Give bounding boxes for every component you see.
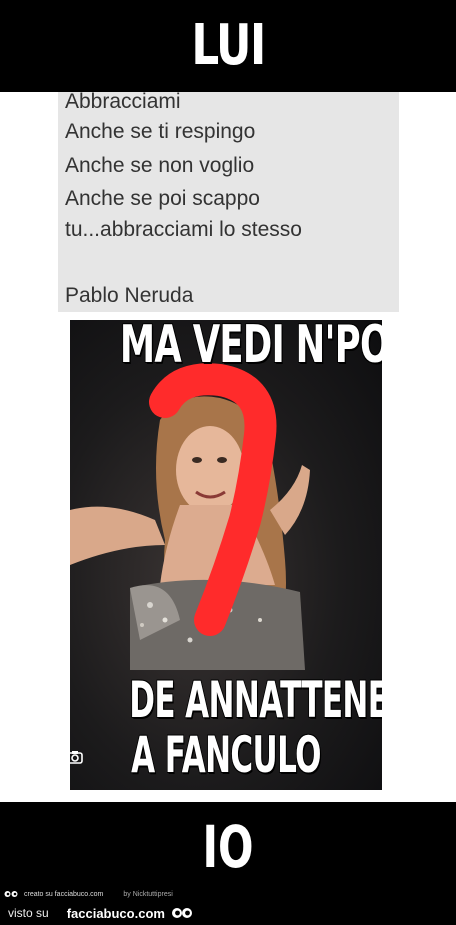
bottom-label: IO <box>202 813 254 881</box>
visto-label: visto su <box>8 906 49 920</box>
camera-search-icon <box>70 751 83 764</box>
top-label: LUI <box>191 13 266 78</box>
meme-bottom-text-1: DE ANNATTENE <box>129 671 382 729</box>
eyes-logo-icon <box>171 908 192 918</box>
quote-card: Abbracciami Anche se ti respingo Anche s… <box>58 90 399 312</box>
quote-line: Anche se poi scappo <box>65 187 260 210</box>
credit-text: creato su facciabuco.com <box>24 890 104 898</box>
bottom-banner: IO creato su facciabuco.com by Nicktutti… <box>0 802 456 925</box>
site-link[interactable]: facciabuco.com <box>67 906 165 921</box>
meme-top-text: MA VEDI N'PO <box>119 320 382 375</box>
meme-image: MA VEDI N'PO DE ANNATTENE A FANCULO <box>70 320 382 790</box>
meme-bottom-text-2: A FANCULO <box>131 726 321 784</box>
quote-line: Abbracciami <box>65 90 181 113</box>
quote-line: Anche se non voglio <box>65 154 255 177</box>
visto-row: visto su facciabuco.com <box>8 904 193 922</box>
credit-row: creato su facciabuco.com by Nicktuttipre… <box>4 888 173 900</box>
quote-author: Pablo Neruda <box>65 284 194 307</box>
quote-line: Anche se ti respingo <box>65 120 256 143</box>
credit-by: by Nicktuttipresi <box>123 890 173 898</box>
eyes-icon <box>4 891 18 897</box>
top-banner: LUI <box>0 0 456 92</box>
quote-line: tu...abbracciami lo stesso <box>65 218 302 241</box>
